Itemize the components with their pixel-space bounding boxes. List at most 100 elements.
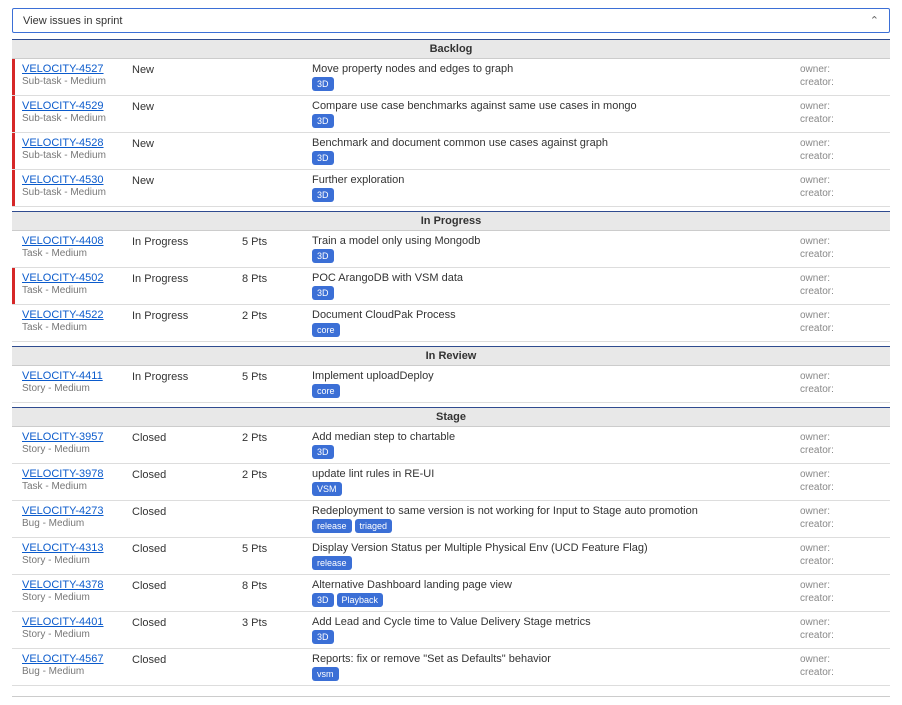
issue-summary-cell: Alternative Dashboard landing page view3…	[312, 579, 800, 607]
issue-type-priority: Story - Medium	[22, 592, 132, 603]
issue-summary-cell: update lint rules in RE-UIVSM	[312, 468, 800, 496]
owner-label: owner:	[800, 100, 890, 113]
issue-key-link[interactable]: VELOCITY-4411	[22, 370, 103, 382]
issue-key-link[interactable]: VELOCITY-4408	[22, 235, 104, 247]
issue-type-priority: Task - Medium	[22, 322, 132, 333]
issue-key-link[interactable]: VELOCITY-4522	[22, 309, 104, 321]
issue-key-link[interactable]: VELOCITY-3978	[22, 468, 104, 480]
issue-status: New	[132, 174, 242, 187]
issue-type-priority: Task - Medium	[22, 248, 132, 259]
issue-meta: owner:creator:	[800, 309, 890, 335]
tag-badge: release	[312, 519, 352, 533]
creator-label: creator:	[800, 629, 890, 642]
issue-summary: Reports: fix or remove "Set as Defaults"…	[312, 653, 790, 665]
issue-status: Closed	[132, 505, 242, 518]
issue-summary: POC ArangoDB with VSM data	[312, 272, 790, 284]
issue-key-cell: VELOCITY-4408Task - Medium	[12, 235, 132, 259]
panel-toggle[interactable]: View issues in sprint ⌃	[12, 8, 890, 33]
owner-label: owner:	[800, 505, 890, 518]
issue-points	[242, 653, 312, 654]
issue-meta: owner:creator:	[800, 616, 890, 642]
issue-points	[242, 63, 312, 64]
issue-tags: 3D	[312, 249, 790, 263]
owner-label: owner:	[800, 235, 890, 248]
issue-row: VELOCITY-4530Sub-task - MediumNew Further…	[12, 170, 890, 207]
issue-status: Closed	[132, 468, 242, 481]
issue-summary: Train a model only using Mongodb	[312, 235, 790, 247]
issue-summary: Display Version Status per Multiple Phys…	[312, 542, 790, 554]
issue-key-link[interactable]: VELOCITY-4528	[22, 137, 104, 149]
owner-label: owner:	[800, 370, 890, 383]
issue-points	[242, 174, 312, 175]
creator-label: creator:	[800, 322, 890, 335]
section-header: Stage	[12, 407, 890, 427]
issue-tags: core	[312, 323, 790, 337]
tag-badge: 3D	[312, 249, 334, 263]
issue-summary: Document CloudPak Process	[312, 309, 790, 321]
issue-tags: 3D	[312, 630, 790, 644]
issue-summary-cell: Document CloudPak Process core	[312, 309, 800, 337]
issue-key-link[interactable]: VELOCITY-4273	[22, 505, 104, 517]
issue-row: VELOCITY-4313Story - MediumClosed5 PtsDi…	[12, 538, 890, 575]
issue-summary-cell: Add Lead and Cycle time to Value Deliver…	[312, 616, 800, 644]
issue-summary: Further exploration	[312, 174, 790, 186]
issue-key-link[interactable]: VELOCITY-4567	[22, 653, 104, 665]
owner-label: owner:	[800, 616, 890, 629]
creator-label: creator:	[800, 518, 890, 531]
tag-badge: 3D	[312, 114, 334, 128]
issue-key-link[interactable]: VELOCITY-4530	[22, 174, 104, 186]
issue-key-cell: VELOCITY-4527Sub-task - Medium	[12, 63, 132, 87]
issue-status: Closed	[132, 653, 242, 666]
issue-points: 3 Pts	[242, 616, 312, 629]
issue-summary: Implement uploadDeploy	[312, 370, 790, 382]
tag-badge: 3D	[312, 445, 334, 459]
tag-badge: release	[312, 556, 352, 570]
tag-badge: 3D	[312, 188, 334, 202]
issue-type-priority: Bug - Medium	[22, 518, 132, 529]
owner-label: owner:	[800, 309, 890, 322]
issue-meta: owner:creator:	[800, 63, 890, 89]
tag-badge: 3D	[312, 77, 334, 91]
issue-row: VELOCITY-4567Bug - MediumClosedReports: …	[12, 649, 890, 686]
creator-label: creator:	[800, 592, 890, 605]
issue-meta: owner:creator:	[800, 653, 890, 679]
tag-badge: core	[312, 384, 340, 398]
issue-key-link[interactable]: VELOCITY-4502	[22, 272, 104, 284]
issue-key-link[interactable]: VELOCITY-4378	[22, 579, 104, 591]
creator-label: creator:	[800, 76, 890, 89]
issue-tags: 3D	[312, 286, 790, 300]
issue-row: VELOCITY-4522Task - MediumIn Progress2 P…	[12, 305, 890, 342]
creator-label: creator:	[800, 383, 890, 396]
issue-meta: owner:creator:	[800, 542, 890, 568]
creator-label: creator:	[800, 150, 890, 163]
issue-points	[242, 505, 312, 506]
issue-status: In Progress	[132, 370, 242, 383]
issue-type-priority: Sub-task - Medium	[22, 113, 132, 124]
tag-badge: triaged	[355, 519, 393, 533]
issue-key-link[interactable]: VELOCITY-4313	[22, 542, 104, 554]
issue-key-link[interactable]: VELOCITY-4529	[22, 100, 104, 112]
issue-points: 5 Pts	[242, 235, 312, 248]
issue-meta: owner:creator:	[800, 174, 890, 200]
issue-tags: 3D	[312, 188, 790, 202]
issue-key-link[interactable]: VELOCITY-4527	[22, 63, 104, 75]
issue-row: VELOCITY-4378Story - MediumClosed8 PtsAl…	[12, 575, 890, 612]
issue-key-link[interactable]: VELOCITY-3957	[22, 431, 104, 443]
creator-label: creator:	[800, 444, 890, 457]
issue-summary-cell: Reports: fix or remove "Set as Defaults"…	[312, 653, 800, 681]
section-header: In Review	[12, 346, 890, 366]
issue-type-priority: Sub-task - Medium	[22, 187, 132, 198]
issue-tags: VSM	[312, 482, 790, 496]
creator-label: creator:	[800, 555, 890, 568]
issue-key-link[interactable]: VELOCITY-4401	[22, 616, 104, 628]
issue-points: 2 Pts	[242, 431, 312, 444]
tag-badge: 3D	[312, 630, 334, 644]
issue-type-priority: Story - Medium	[22, 555, 132, 566]
issue-type-priority: Sub-task - Medium	[22, 150, 132, 161]
issue-summary: Benchmark and document common use cases …	[312, 137, 790, 149]
issue-status: Closed	[132, 616, 242, 629]
section-header: In Progress	[12, 211, 890, 231]
tag-badge: core	[312, 323, 340, 337]
issue-summary-cell: Redeployment to same version is not work…	[312, 505, 800, 533]
issue-tags: 3D	[312, 151, 790, 165]
